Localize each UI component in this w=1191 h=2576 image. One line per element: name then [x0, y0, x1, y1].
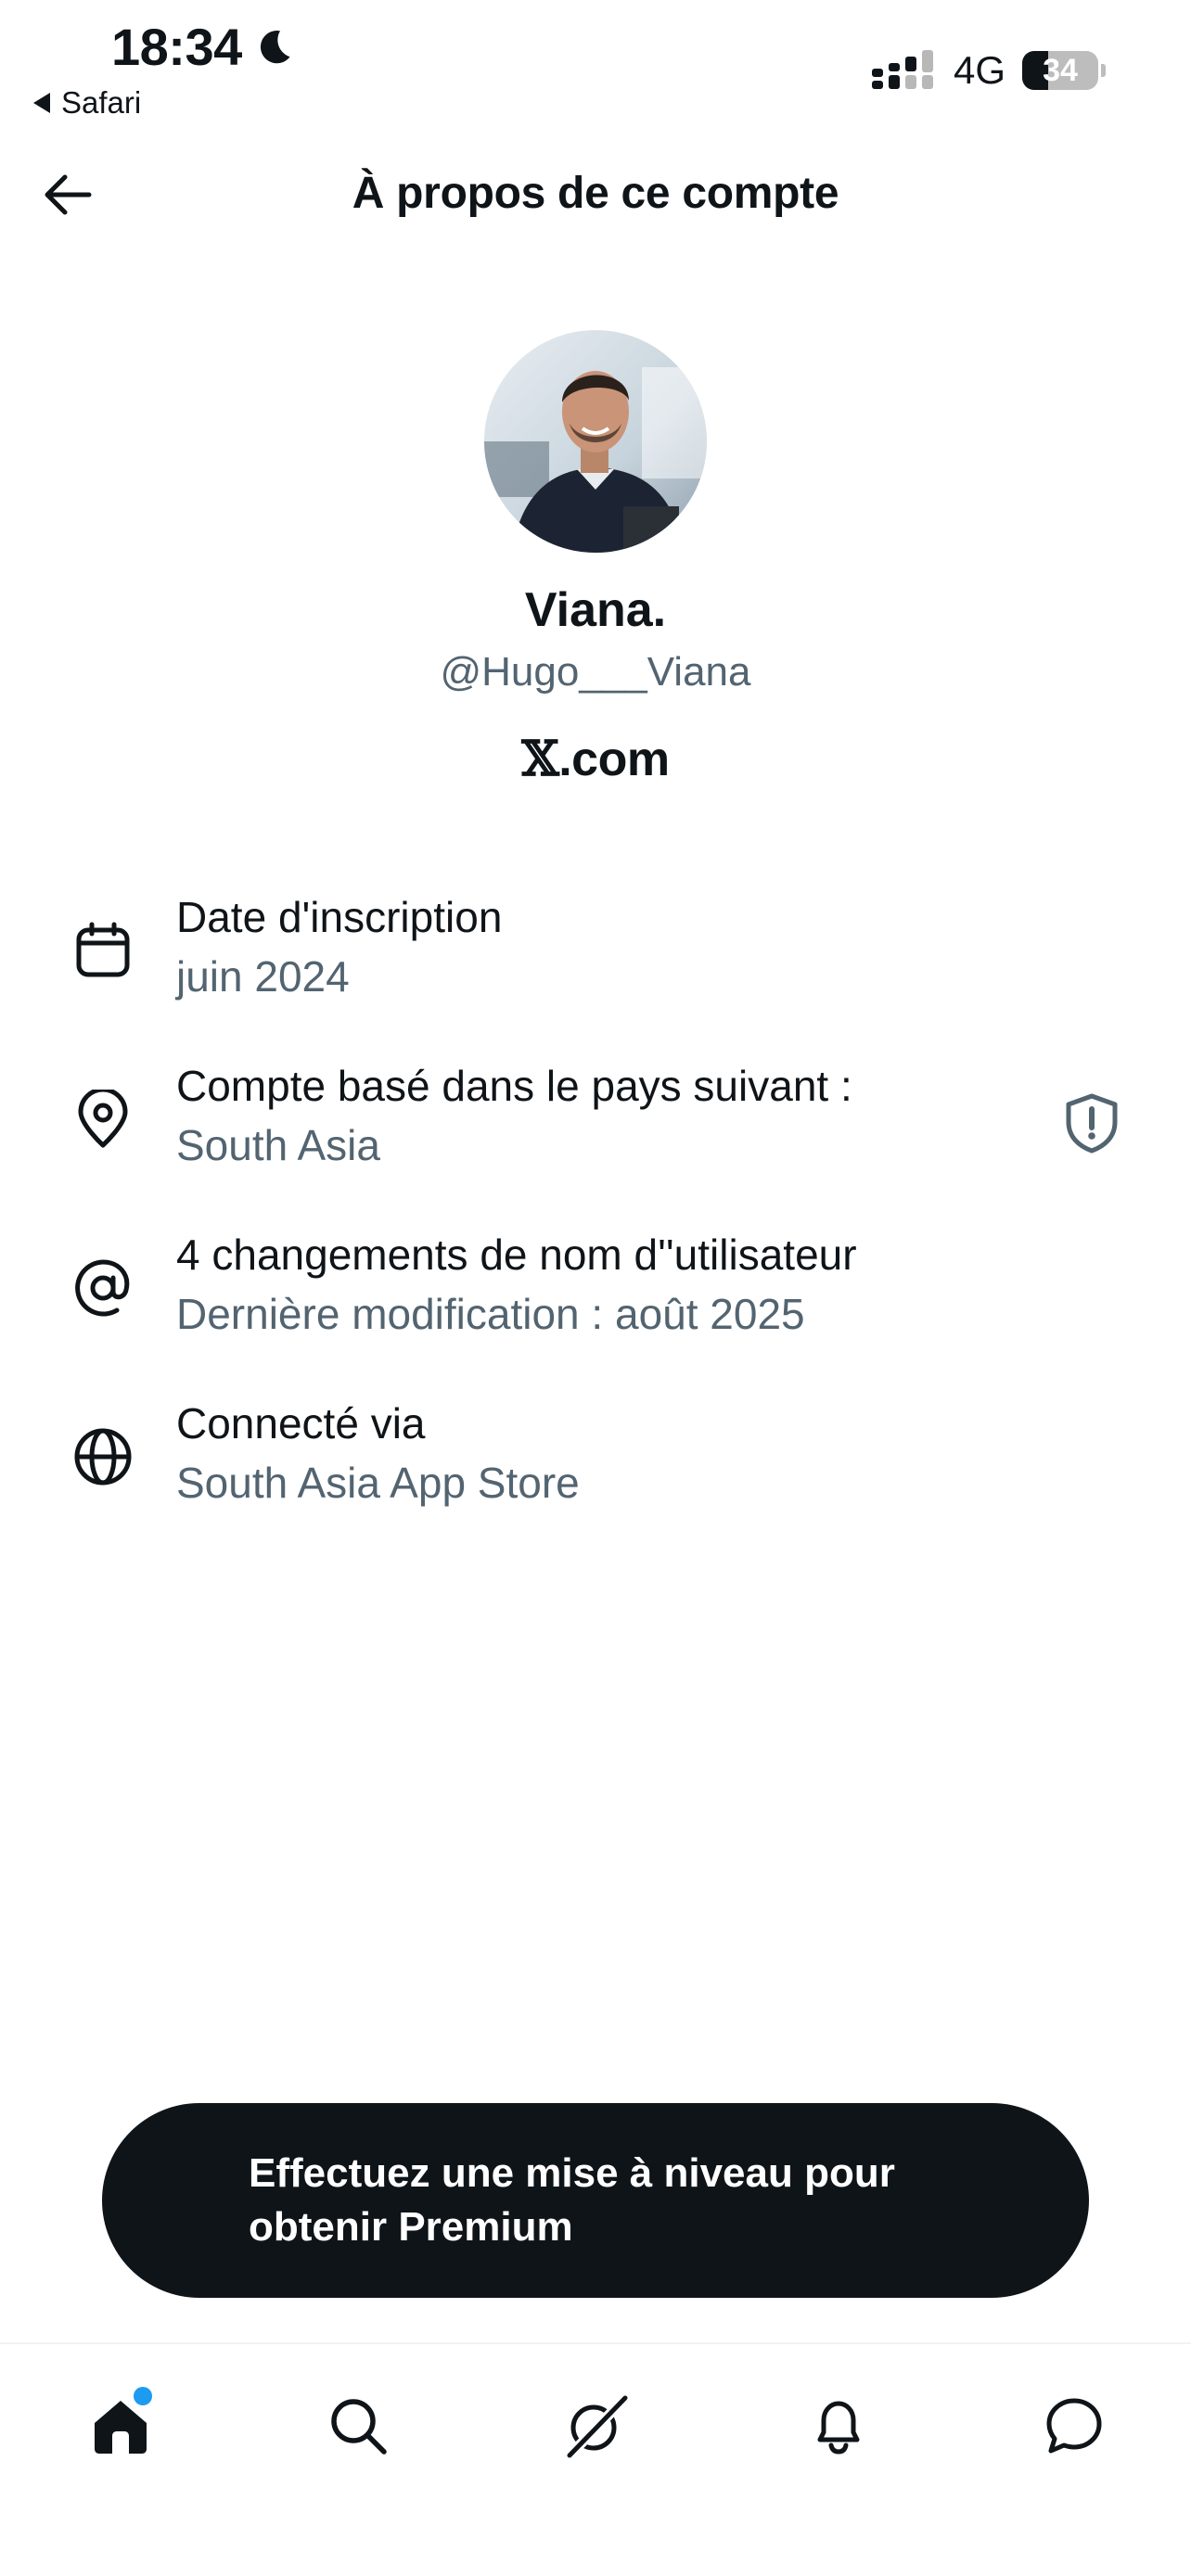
back-to-app-link[interactable]: Safari — [33, 85, 141, 121]
info-title: 4 changements de nom d''utilisateur — [176, 1231, 857, 1279]
globe-icon — [70, 1424, 135, 1489]
upgrade-premium-button[interactable]: Effectuez une mise à niveau pour obtenir… — [102, 2103, 1089, 2298]
avatar[interactable] — [484, 330, 707, 553]
back-app-label: Safari — [61, 85, 142, 120]
list-item-username-changes: 4 changements de nom d''utilisateur Dern… — [0, 1218, 1191, 1387]
arrow-left-icon — [45, 174, 92, 215]
search-icon — [331, 2399, 387, 2455]
tab-home[interactable] — [72, 2378, 169, 2474]
tab-notifications[interactable] — [790, 2378, 887, 2474]
display-name: Viana. — [524, 583, 667, 637]
grok-icon — [566, 2394, 629, 2459]
domain-label: 𝕏.com — [0, 731, 1191, 787]
info-value: juin 2024 — [176, 952, 350, 1001]
back-button[interactable] — [37, 165, 96, 224]
unread-dot — [134, 2387, 152, 2405]
info-title: Date d'inscription — [176, 893, 503, 941]
page-title: À propos de ce compte — [352, 168, 839, 218]
tab-grok[interactable] — [547, 2378, 644, 2474]
notifications-bell-icon — [817, 2401, 860, 2455]
shield-alert-icon[interactable] — [1063, 1092, 1121, 1154]
x-logo-icon: 𝕏 — [521, 731, 559, 787]
list-item-join-date: Date d'inscription juin 2024 — [0, 881, 1191, 1050]
moon-icon — [260, 30, 290, 63]
about-account-screen: 18:34 Safari 4G 34 À propos de ce compte… — [0, 0, 1191, 2576]
status-bar-time: 18:34 — [111, 17, 296, 77]
at-sign-icon — [70, 1256, 135, 1320]
status-indicators: 4G 34 — [871, 48, 1106, 93]
list-item-connected-via: Connecté via South Asia App Store — [0, 1387, 1191, 1556]
info-title: Connecté via — [176, 1399, 426, 1447]
info-value: South Asia — [176, 1121, 380, 1169]
battery-percent: 34 — [1043, 52, 1078, 88]
time-text: 18:34 — [111, 18, 242, 76]
account-info-list: Date d'inscription juin 2024 Compte basé… — [0, 881, 1191, 1556]
back-triangle-icon — [33, 93, 50, 113]
info-value: South Asia App Store — [176, 1459, 580, 1507]
messages-icon — [1046, 2398, 1102, 2454]
calendar-icon — [70, 918, 135, 983]
premium-button-label: Effectuez une mise à niveau pour obtenir… — [249, 2150, 895, 2250]
battery-tip — [1101, 64, 1106, 77]
tab-messages[interactable] — [1026, 2378, 1122, 2474]
cellular-signal-icon — [871, 50, 933, 89]
info-title: Compte basé dans le pays suivant : — [176, 1062, 852, 1110]
info-value: Dernière modification : août 2025 — [176, 1290, 805, 1338]
profile-photo — [484, 330, 707, 553]
battery-indicator: 34 — [1022, 51, 1106, 90]
location-pin-icon — [70, 1087, 135, 1152]
list-item-country: Compte basé dans le pays suivant : South… — [0, 1050, 1191, 1218]
network-type: 4G — [953, 48, 1005, 92]
top-navigation-bar: À propos de ce compte — [0, 139, 1191, 247]
username-handle: @Hugo___Viana — [440, 649, 751, 695]
tab-search[interactable] — [310, 2378, 406, 2474]
bottom-tab-bar — [0, 2342, 1191, 2576]
domain-suffix: .com — [558, 733, 670, 786]
